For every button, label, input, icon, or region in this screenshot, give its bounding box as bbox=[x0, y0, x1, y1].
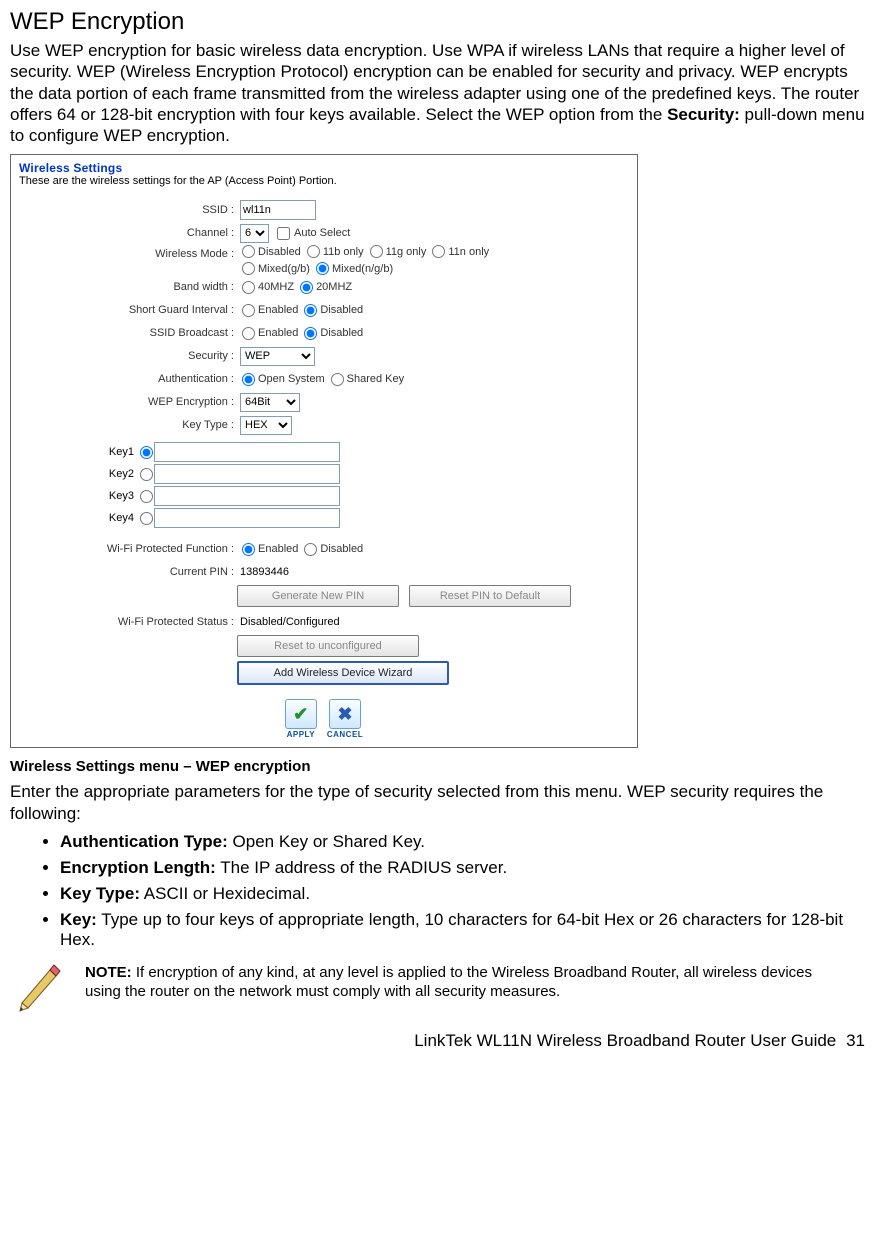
bandwidth-label: Band width : bbox=[19, 281, 240, 293]
cancel-button[interactable]: ✖ bbox=[329, 699, 361, 729]
wps-status-value: Disabled/Configured bbox=[240, 616, 340, 628]
note-body: If encryption of any kind, at any level … bbox=[85, 964, 812, 1000]
section-heading: WEP Encryption bbox=[10, 8, 865, 36]
check-icon: ✔ bbox=[293, 704, 308, 725]
channel-select[interactable]: 6 bbox=[240, 224, 269, 243]
key4-input[interactable] bbox=[154, 508, 340, 528]
list-item: Encryption Length: The IP address of the… bbox=[60, 858, 865, 878]
keytype-label: Key Type : bbox=[19, 419, 240, 431]
key3-label: Key3 bbox=[19, 490, 138, 502]
apply-label: APPLY bbox=[287, 730, 315, 739]
wpf-enabled[interactable]: Enabled bbox=[240, 543, 298, 556]
wmode-disabled[interactable]: Disabled bbox=[240, 245, 301, 258]
list-item: Authentication Type: Open Key or Shared … bbox=[60, 832, 865, 852]
bullet-list: Authentication Type: Open Key or Shared … bbox=[60, 832, 865, 950]
ssid-input[interactable] bbox=[240, 200, 316, 220]
panel-subtitle: These are the wireless settings for the … bbox=[19, 175, 629, 187]
bw-20[interactable]: 20MHZ bbox=[298, 281, 352, 294]
figure-caption: Wireless Settings menu – WEP encryption bbox=[10, 758, 865, 775]
note-text: NOTE: If encryption of any kind, at any … bbox=[85, 958, 865, 1002]
auth-open[interactable]: Open System bbox=[240, 373, 325, 386]
page-footer: LinkTek WL11N Wireless Broadband Router … bbox=[10, 1031, 865, 1051]
ssidb-enabled[interactable]: Enabled bbox=[240, 327, 298, 340]
wmode-mixed-gb[interactable]: Mixed(g/b) bbox=[240, 262, 310, 275]
wpf-label: Wi-Fi Protected Function : bbox=[19, 543, 240, 555]
channel-label: Channel : bbox=[19, 227, 240, 239]
ssid-broadcast-label: SSID Broadcast : bbox=[19, 327, 240, 339]
generate-pin-button[interactable]: Generate New PIN bbox=[237, 585, 399, 607]
key3-radio[interactable] bbox=[140, 490, 153, 503]
sgi-enabled[interactable]: Enabled bbox=[240, 304, 298, 317]
key4-radio[interactable] bbox=[140, 512, 153, 525]
key2-radio[interactable] bbox=[140, 468, 153, 481]
note-label: NOTE: bbox=[85, 964, 132, 981]
wmode-11g[interactable]: 11g only bbox=[368, 245, 427, 258]
key1-input[interactable] bbox=[154, 442, 340, 462]
page-number: 31 bbox=[841, 1031, 865, 1051]
list-item: Key Type: ASCII or Hexidecimal. bbox=[60, 884, 865, 904]
paragraph-2: Enter the appropriate parameters for the… bbox=[10, 781, 865, 824]
key1-radio[interactable] bbox=[140, 446, 153, 459]
auto-select-option[interactable]: Auto Select bbox=[273, 227, 350, 240]
key4-label: Key4 bbox=[19, 512, 138, 524]
wmode-11b[interactable]: 11b only bbox=[305, 245, 364, 258]
auto-select-label: Auto Select bbox=[294, 227, 350, 239]
wireless-settings-panel: Wireless Settings These are the wireless… bbox=[10, 154, 638, 748]
wireless-mode-label: Wireless Mode : bbox=[19, 245, 240, 260]
security-label: Security : bbox=[19, 350, 240, 362]
reset-unconfigured-button[interactable]: Reset to unconfigured bbox=[237, 635, 419, 657]
wps-status-label: Wi-Fi Protected Status : bbox=[19, 616, 240, 628]
bw-40[interactable]: 40MHZ bbox=[240, 281, 294, 294]
key2-label: Key2 bbox=[19, 468, 138, 480]
x-icon: ✖ bbox=[337, 704, 352, 725]
wpf-disabled[interactable]: Disabled bbox=[302, 543, 363, 556]
ssid-label: SSID : bbox=[19, 204, 240, 216]
wepenc-label: WEP Encryption : bbox=[19, 396, 240, 408]
intro-bold: Security: bbox=[667, 105, 740, 124]
pin-value: 13893446 bbox=[240, 566, 289, 578]
add-wireless-wizard-button[interactable]: Add Wireless Device Wizard bbox=[237, 661, 449, 685]
list-item: Key: Type up to four keys of appropriate… bbox=[60, 910, 865, 950]
intro-paragraph: Use WEP encryption for basic wireless da… bbox=[10, 40, 865, 146]
ssidb-disabled[interactable]: Disabled bbox=[302, 327, 363, 340]
auto-select-checkbox[interactable] bbox=[277, 227, 290, 240]
security-select[interactable]: WEP bbox=[240, 347, 315, 366]
panel-title: Wireless Settings bbox=[19, 161, 629, 175]
key2-input[interactable] bbox=[154, 464, 340, 484]
key1-label: Key1 bbox=[19, 446, 138, 458]
footer-title: LinkTek WL11N Wireless Broadband Router … bbox=[414, 1031, 836, 1050]
auth-label: Authentication : bbox=[19, 373, 240, 385]
reset-pin-button[interactable]: Reset PIN to Default bbox=[409, 585, 571, 607]
sgi-disabled[interactable]: Disabled bbox=[302, 304, 363, 317]
pencil-icon bbox=[10, 958, 65, 1013]
wmode-11n[interactable]: 11n only bbox=[430, 245, 489, 258]
wepenc-select[interactable]: 64Bit bbox=[240, 393, 300, 412]
wmode-mixed-ngb[interactable]: Mixed(n/g/b) bbox=[314, 262, 393, 275]
key3-input[interactable] bbox=[154, 486, 340, 506]
keytype-select[interactable]: HEX bbox=[240, 416, 292, 435]
auth-shared[interactable]: Shared Key bbox=[329, 373, 404, 386]
sgi-label: Short Guard Interval : bbox=[19, 304, 240, 316]
pin-label: Current PIN : bbox=[19, 566, 240, 578]
apply-button[interactable]: ✔ bbox=[285, 699, 317, 729]
cancel-label: CANCEL bbox=[327, 730, 363, 739]
